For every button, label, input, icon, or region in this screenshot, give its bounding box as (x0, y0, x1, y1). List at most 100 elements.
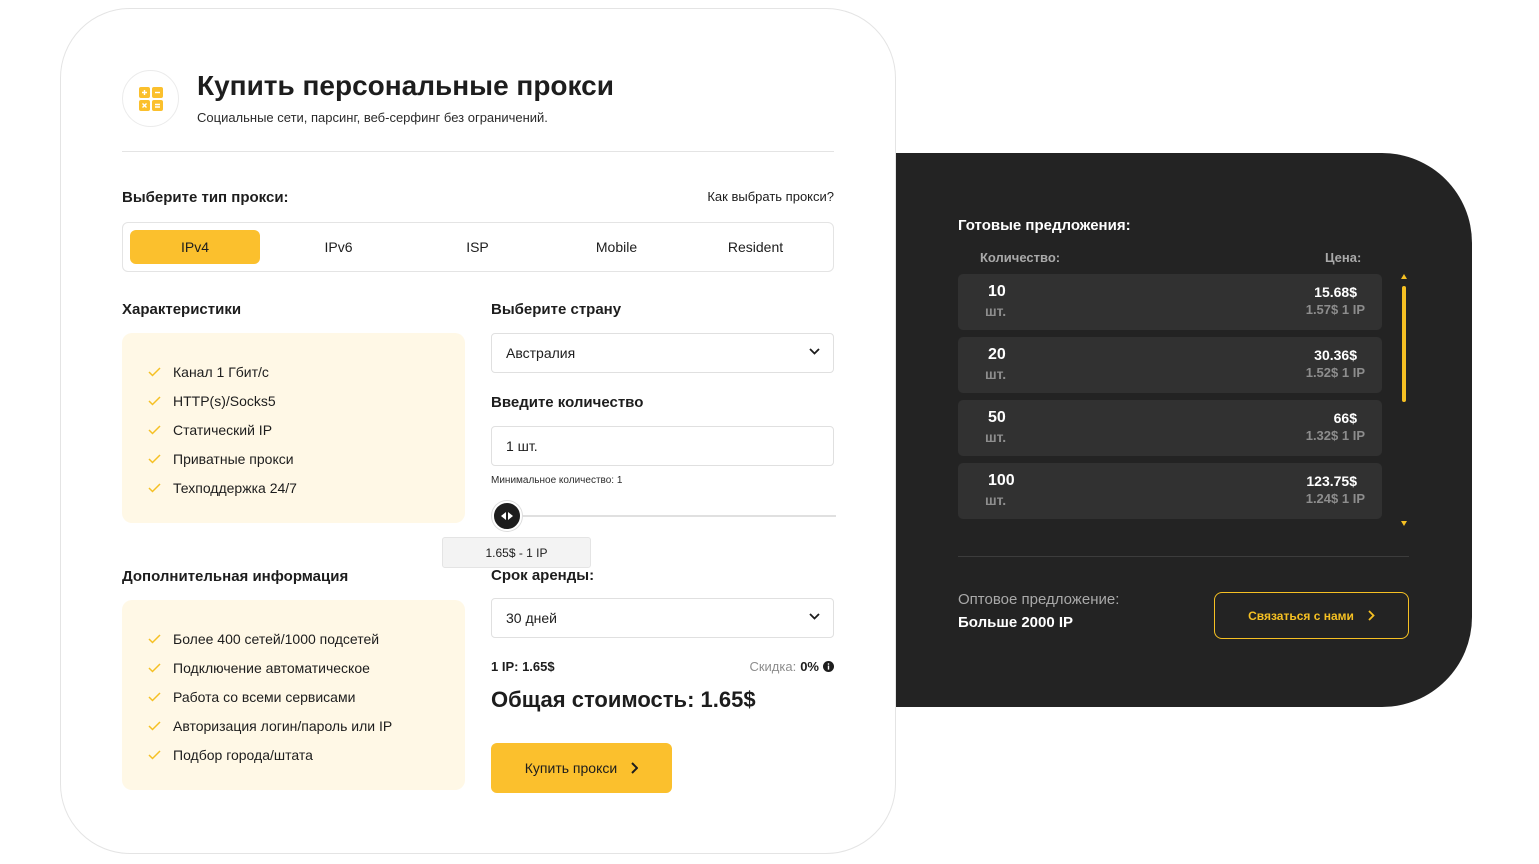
feature-text: Подключение автоматическое (173, 659, 370, 676)
offers-panel: Готовые предложения: Количество: Цена: 1… (860, 153, 1472, 707)
ip-price: 1 IP: 1.65$ (491, 659, 555, 674)
rent-selected-value: 30 дней (506, 610, 557, 626)
offer-per-ip: 1.57$ 1 IP (1305, 302, 1365, 317)
offer-unit: шт. (985, 366, 1007, 382)
offer-unit: шт. (985, 303, 1007, 319)
tab-isp[interactable]: ISP (408, 230, 547, 264)
feature-text: HTTP(s)/Socks5 (173, 392, 276, 409)
quantity-slider-handle[interactable] (492, 501, 522, 531)
feature-item: Приватные прокси (148, 444, 465, 473)
feature-item: Авторизация логин/пароль или IP (148, 711, 465, 740)
page-subtitle: Социальные сети, парсинг, веб-серфинг бе… (197, 110, 548, 125)
quantity-slider-track[interactable] (506, 515, 836, 517)
extra-info-box: Более 400 сетей/1000 подсетей Подключени… (122, 600, 465, 790)
extra-info-title: Дополнительная информация (122, 568, 349, 585)
slider-tooltip: 1.65$ - 1 IP (442, 537, 591, 568)
characteristics-title: Характеристики (122, 301, 242, 318)
purchase-card: Купить персональные прокси Социальные се… (60, 8, 896, 854)
tab-ipv6[interactable]: IPv6 (269, 230, 408, 264)
proxy-type-tabs: IPv4 IPv6 ISP Mobile Resident (122, 222, 834, 272)
feature-text: Более 400 сетей/1000 подсетей (173, 630, 380, 647)
buy-proxy-label: Купить прокси (524, 760, 618, 776)
offers-scrollbar[interactable] (1401, 274, 1407, 526)
wholesale-value: Больше 2000 IP (958, 614, 1074, 631)
feature-item: Статический IP (148, 415, 465, 444)
offers-divider (958, 556, 1409, 557)
chevron-down-icon (809, 613, 820, 620)
discount-value: 0% (800, 659, 819, 674)
offer-qty: 50 (988, 409, 1006, 426)
scroll-thumb[interactable] (1402, 286, 1406, 402)
country-selected-value: Австралия (506, 345, 576, 361)
chevron-right-icon (631, 762, 639, 774)
tab-resident[interactable]: Resident (686, 230, 825, 264)
offer-per-ip: 1.52$ 1 IP (1305, 365, 1365, 380)
checkmark-icon (148, 662, 161, 673)
feature-item: HTTP(s)/Socks5 (148, 386, 465, 415)
rent-label: Срок аренды: (491, 567, 595, 584)
checkmark-icon (148, 720, 161, 731)
offers-title: Готовые предложения: (958, 217, 1131, 234)
checkmark-icon (148, 366, 161, 377)
country-select[interactable]: Австралия (491, 333, 834, 373)
chevron-right-icon (1368, 610, 1375, 621)
feature-item: Техподдержка 24/7 (148, 473, 465, 502)
offers-col-price: Цена: (1325, 250, 1362, 265)
offer-qty: 20 (988, 346, 1006, 363)
feature-text: Канал 1 Гбит/с (173, 363, 269, 380)
scroll-down-arrow-icon[interactable] (1401, 521, 1407, 526)
offers-col-qty: Количество: (980, 250, 1061, 265)
page-title: Купить персональные прокси (197, 70, 614, 101)
chevron-down-icon (809, 348, 820, 355)
feature-item: Подключение автоматическое (148, 653, 465, 682)
offer-per-ip: 1.24$ 1 IP (1305, 491, 1365, 506)
offer-item-10[interactable]: 10 шт. 15.68$ 1.57$ 1 IP (958, 274, 1382, 330)
tab-mobile[interactable]: Mobile (547, 230, 686, 264)
offer-qty: 100 (988, 472, 1015, 489)
checkmark-icon (148, 453, 161, 464)
offer-price: 15.68$ (1314, 284, 1357, 300)
checkmark-icon (148, 395, 161, 406)
offer-unit: шт. (985, 429, 1007, 445)
info-icon[interactable] (823, 661, 834, 672)
offer-price: 66$ (1333, 410, 1357, 426)
slider-arrows-icon (501, 512, 513, 520)
offer-price: 30.36$ (1314, 347, 1357, 363)
checkmark-icon (148, 691, 161, 702)
feature-text: Авторизация логин/пароль или IP (173, 717, 393, 734)
checkmark-icon (148, 482, 161, 493)
contact-us-button[interactable]: Связаться с нами (1214, 592, 1409, 639)
calculator-icon (138, 86, 163, 111)
offer-unit: шт. (985, 492, 1007, 508)
min-quantity-note: Минимальное количество: 1 (491, 475, 623, 486)
feature-text: Приватные прокси (173, 450, 294, 467)
tab-ipv4[interactable]: IPv4 (130, 230, 260, 264)
quantity-input[interactable] (491, 426, 834, 466)
country-label: Выберите страну (491, 301, 622, 318)
offer-item-20[interactable]: 20 шт. 30.36$ 1.52$ 1 IP (958, 337, 1382, 393)
rent-period-select[interactable]: 30 дней (491, 598, 834, 638)
feature-text: Техподдержка 24/7 (173, 479, 297, 496)
scroll-up-arrow-icon[interactable] (1401, 274, 1407, 279)
header-divider (122, 151, 834, 152)
logo-badge (122, 70, 179, 127)
how-to-choose-link[interactable]: Как выбрать прокси? (707, 189, 834, 204)
contact-us-label: Связаться с нами (1248, 608, 1354, 623)
discount-label: Скидка: (749, 659, 797, 674)
total-price: Общая стоимость: 1.65$ (491, 687, 756, 712)
offer-qty: 10 (988, 283, 1006, 300)
offer-item-100[interactable]: 100 шт. 123.75$ 1.24$ 1 IP (958, 463, 1382, 519)
checkmark-icon (148, 633, 161, 644)
proxy-type-label: Выберите тип прокси: (122, 189, 289, 206)
feature-text: Работа со всеми сервисами (173, 688, 356, 705)
checkmark-icon (148, 424, 161, 435)
feature-text: Статический IP (173, 421, 273, 438)
offer-item-50[interactable]: 50 шт. 66$ 1.32$ 1 IP (958, 400, 1382, 456)
discount: Скидка: 0% (749, 659, 834, 674)
offer-per-ip: 1.32$ 1 IP (1305, 428, 1365, 443)
offers-list: 10 шт. 15.68$ 1.57$ 1 IP 20 шт. 30.36$ 1… (958, 274, 1382, 526)
feature-item: Более 400 сетей/1000 подсетей (148, 624, 465, 653)
quantity-label: Введите количество (491, 394, 644, 411)
buy-proxy-button[interactable]: Купить прокси (491, 743, 672, 793)
feature-item: Работа со всеми сервисами (148, 682, 465, 711)
